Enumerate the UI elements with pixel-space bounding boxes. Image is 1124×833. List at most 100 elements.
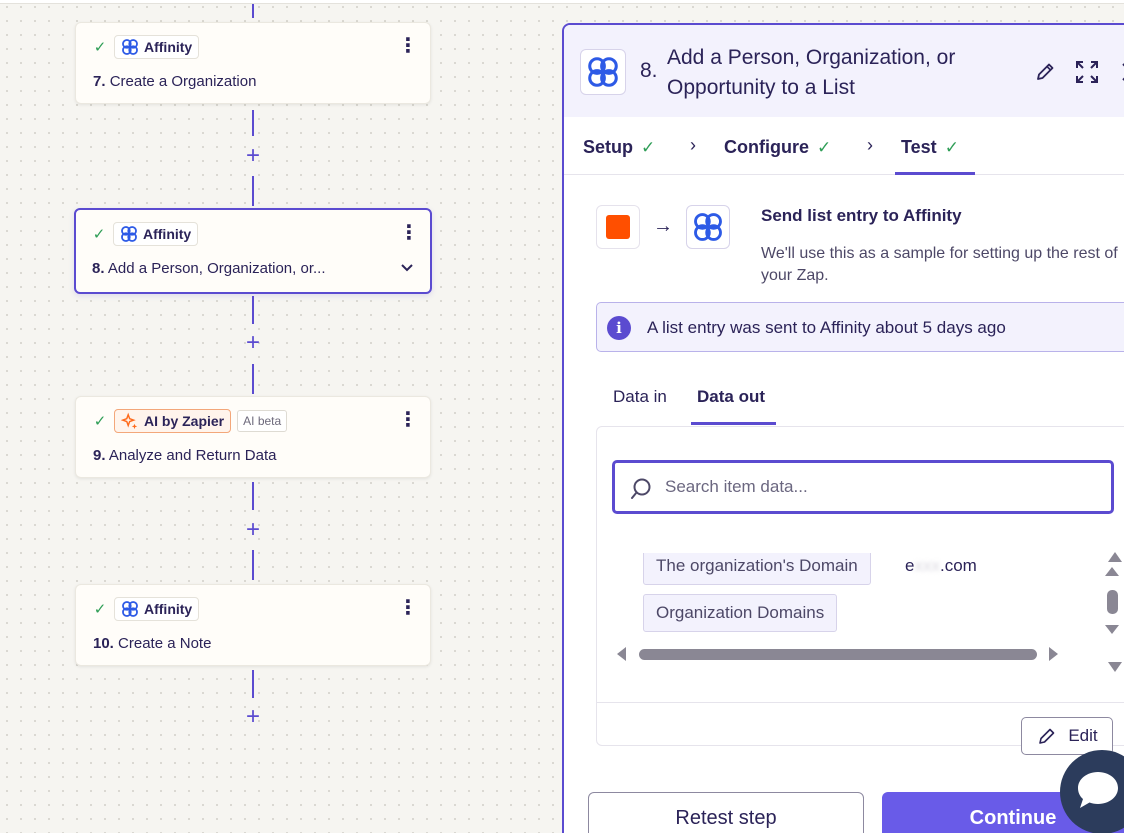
divider xyxy=(597,702,1124,703)
step-card-10[interactable]: ✓ Affinity ⋮ 10. Create a Note xyxy=(75,584,431,666)
connector-line xyxy=(252,4,254,18)
chevron-right-icon: › xyxy=(690,135,696,155)
affinity-logo-icon xyxy=(122,39,138,55)
check-icon: ✓ xyxy=(817,137,832,157)
app-logo xyxy=(580,49,626,95)
scroll-up-icon[interactable] xyxy=(1105,567,1119,576)
step-menu-icon[interactable]: ⋮ xyxy=(398,598,418,619)
step-name: Analyze and Return Data xyxy=(108,447,277,464)
step-title: 7. Create a Organization xyxy=(93,73,256,90)
step-tabs: Setup ✓ › Configure ✓ › Test ✓ xyxy=(564,117,1124,175)
step-header: ✓ AI by Zapier AI beta xyxy=(92,409,288,433)
connector-line xyxy=(252,670,254,698)
scroll-right-icon[interactable] xyxy=(1049,647,1058,661)
app-name: Affinity xyxy=(144,39,193,55)
step-title: 10. Create a Note xyxy=(93,635,211,652)
step-header: ✓ Affinity xyxy=(92,35,200,59)
value-redacted: xxx xyxy=(914,556,940,575)
tab-test[interactable]: Test ✓ xyxy=(901,137,959,158)
check-icon: ✓ xyxy=(944,137,959,157)
horizontal-scrollbar-thumb[interactable] xyxy=(639,649,1037,660)
panel-scroll-up-icon[interactable] xyxy=(1108,552,1122,562)
tab-data-in[interactable]: Data in xyxy=(613,387,667,407)
tab-configure[interactable]: Configure ✓ xyxy=(724,137,831,158)
chevron-right-icon: › xyxy=(867,135,873,155)
connector-line xyxy=(252,482,254,510)
step-detail-panel: 8. Add a Person, Organization, or Opport… xyxy=(562,23,1124,833)
panel-scroll-down-icon[interactable] xyxy=(1108,662,1122,672)
check-icon: ✓ xyxy=(641,137,656,157)
step-menu-icon[interactable]: ⋮ xyxy=(399,223,419,244)
step-menu-icon[interactable]: ⋮ xyxy=(398,410,418,431)
info-text: A list entry was sent to Affinity about … xyxy=(647,318,1006,337)
search-box[interactable] xyxy=(612,460,1114,514)
data-tree[interactable]: The organization's Domain exxx.com Organ… xyxy=(643,553,1063,663)
step-number: 10. xyxy=(93,635,114,652)
ai-beta-badge: AI beta xyxy=(237,410,288,432)
field-key[interactable]: The organization's Domain xyxy=(643,553,871,585)
affinity-logo-icon xyxy=(121,226,137,242)
step-menu-icon[interactable]: ⋮ xyxy=(398,36,418,57)
affinity-logo-icon xyxy=(588,57,618,87)
vertical-scrollbar-thumb[interactable] xyxy=(1107,590,1118,614)
chat-bubble-icon xyxy=(1078,772,1118,808)
step-number: 7. xyxy=(93,73,106,90)
check-icon: ✓ xyxy=(93,601,107,618)
step-card-8[interactable]: ✓ Affinity ⋮ 8. Add a Person, Organizati… xyxy=(74,208,432,294)
step-header: ✓ Affinity xyxy=(91,222,199,246)
check-icon: ✓ xyxy=(93,39,107,56)
step-card-9[interactable]: ✓ AI by Zapier AI beta ⋮ 9. Analyze and … xyxy=(75,396,431,478)
data-out-panel: The organization's Domain exxx.com Organ… xyxy=(596,426,1124,755)
pencil-icon[interactable] xyxy=(1032,59,1058,85)
action-app-logo xyxy=(686,205,730,249)
check-icon: ✓ xyxy=(93,413,107,430)
top-bar xyxy=(0,0,1124,4)
connector-line xyxy=(252,364,254,394)
step-title: 8. Add a Person, Organization, or... xyxy=(92,260,325,277)
step-name: Create a Organization xyxy=(109,73,257,90)
expand-icon[interactable] xyxy=(1074,59,1100,85)
tab-data-out[interactable]: Data out xyxy=(697,387,765,407)
check-icon: ✓ xyxy=(92,226,106,243)
scroll-left-icon[interactable] xyxy=(617,647,626,661)
step-name: Add a Person, Organization, or... xyxy=(107,260,326,277)
close-icon[interactable] xyxy=(1118,59,1124,85)
chevron-down-icon[interactable] xyxy=(400,260,414,276)
active-tab-indicator xyxy=(895,172,975,175)
add-step-button[interactable]: + xyxy=(243,331,263,355)
connector-line xyxy=(252,550,254,580)
trigger-app-logo xyxy=(596,205,640,249)
step-number: 8. xyxy=(92,260,105,277)
step-card-7[interactable]: ✓ Affinity ⋮ 7. Create a Organization xyxy=(75,22,431,104)
app-chip: AI by Zapier xyxy=(114,409,232,433)
search-input[interactable] xyxy=(665,473,1105,501)
send-title: Send list entry to Affinity xyxy=(761,206,962,225)
active-data-tab-indicator xyxy=(691,422,776,425)
app-chip: Affinity xyxy=(113,222,199,246)
value-suffix: .com xyxy=(939,556,977,575)
tab-label: Configure xyxy=(724,137,809,157)
tab-label: Test xyxy=(901,137,937,157)
step-header: ✓ Affinity xyxy=(92,597,200,621)
add-step-button[interactable]: + xyxy=(243,518,263,542)
search-icon xyxy=(631,478,651,499)
step-title: 9. Analyze and Return Data xyxy=(93,447,276,464)
field-value: exxx.com xyxy=(905,556,977,576)
app-name: AI by Zapier xyxy=(144,413,225,429)
app-name: Affinity xyxy=(144,601,193,617)
panel-step-number: 8. xyxy=(640,59,658,82)
info-icon: i xyxy=(607,316,631,340)
tab-setup[interactable]: Setup ✓ xyxy=(583,137,655,158)
panel-header: 8. Add a Person, Organization, or Opport… xyxy=(564,25,1124,117)
info-banner: i A list entry was sent to Affinity abou… xyxy=(596,302,1124,352)
panel-title: Add a Person, Organization, or Opportuni… xyxy=(667,46,956,99)
retest-step-button[interactable]: Retest step xyxy=(588,792,864,833)
pencil-icon xyxy=(1039,728,1055,744)
scroll-down-icon[interactable] xyxy=(1105,625,1119,634)
app-name: Affinity xyxy=(143,226,192,242)
add-step-button[interactable]: + xyxy=(243,144,263,168)
edit-label: Edit xyxy=(1068,726,1098,745)
add-step-button[interactable]: + xyxy=(243,705,263,729)
zapier-square-icon xyxy=(606,215,630,239)
field-key[interactable]: Organization Domains xyxy=(643,594,838,632)
